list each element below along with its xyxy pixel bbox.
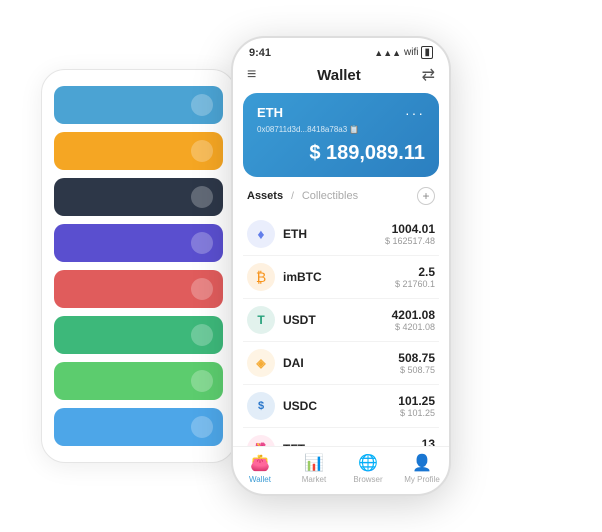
usdc-usd: $ 101.25 — [398, 408, 435, 418]
stack-card-green2[interactable] — [54, 362, 223, 400]
stack-card-dark[interactable] — [54, 178, 223, 216]
nav-profile[interactable]: 👤 My Profile — [395, 453, 449, 484]
status-bar: 9:41 ▲▲▲ wifi ▮ — [233, 38, 449, 63]
bottom-nav: 👛 Wallet 📊 Market 🌐 Browser 👤 My Profile — [233, 446, 449, 494]
menu-icon[interactable]: ≡ — [247, 67, 256, 83]
stack-card-bluelight[interactable] — [54, 408, 223, 446]
asset-list: ♦ ETH 1004.01 $ 162517.48 ₿ imBTC 2.5 $ … — [233, 213, 449, 446]
eth-card[interactable]: ETH ··· 0x08711d3d...8418a78a3 📋 $ 189,0… — [243, 93, 439, 177]
tft-amount: 13 — [422, 437, 435, 446]
scan-icon[interactable]: ⇄ — [422, 65, 435, 85]
add-asset-button[interactable]: + — [417, 187, 435, 205]
usdt-amount: 4201.08 — [392, 308, 435, 322]
asset-item-usdt[interactable]: T USDT 4201.08 $ 4201.08 — [243, 299, 439, 342]
eth-amount: 1004.01 — [385, 222, 435, 236]
browser-nav-icon: 🌐 — [358, 453, 378, 473]
eth-card-menu[interactable]: ··· — [405, 105, 425, 121]
tft-icon: 🌺 — [247, 435, 275, 446]
assets-tabs: Assets / Collectibles — [247, 190, 358, 202]
dai-usd: $ 508.75 — [398, 365, 435, 375]
market-nav-icon: 📊 — [304, 453, 324, 473]
usdt-name: USDT — [283, 313, 392, 327]
tab-assets[interactable]: Assets — [247, 190, 283, 202]
dot-blue — [191, 94, 213, 116]
dot-bluelight — [191, 416, 213, 438]
dai-icon: ◈ — [247, 349, 275, 377]
eth-address: 0x08711d3d...8418a78a3 📋 — [257, 125, 425, 134]
imbtc-values: 2.5 $ 21760.1 — [395, 265, 435, 289]
eth-card-top: ETH ··· — [257, 105, 425, 121]
assets-header: Assets / Collectibles + — [233, 187, 449, 213]
wifi-icon: wifi — [404, 47, 418, 58]
stack-card-green1[interactable] — [54, 316, 223, 354]
imbtc-usd: $ 21760.1 — [395, 279, 435, 289]
asset-item-usdc[interactable]: $ USDC 101.25 $ 101.25 — [243, 385, 439, 428]
tft-values: 13 0 — [422, 437, 435, 446]
eth-usd: $ 162517.48 — [385, 236, 435, 246]
eth-icon: ♦ — [247, 220, 275, 248]
browser-nav-label: Browser — [353, 475, 382, 484]
wallet-nav-icon: 👛 — [250, 453, 270, 473]
market-nav-label: Market — [302, 475, 326, 484]
asset-item-tft[interactable]: 🌺 TFT 13 0 — [243, 428, 439, 446]
dai-amount: 508.75 — [398, 351, 435, 365]
nav-browser[interactable]: 🌐 Browser — [341, 453, 395, 484]
usdt-values: 4201.08 $ 4201.08 — [392, 308, 435, 332]
stack-card-blue[interactable] — [54, 86, 223, 124]
phone-header: ≡ Wallet ⇄ — [233, 63, 449, 93]
dai-name: DAI — [283, 356, 398, 370]
tab-divider: / — [291, 191, 294, 202]
page-title: Wallet — [317, 67, 361, 84]
stack-card-red[interactable] — [54, 270, 223, 308]
phone-frame: 9:41 ▲▲▲ wifi ▮ ≡ Wallet ⇄ ETH ··· 0x087… — [231, 36, 451, 496]
scene: 9:41 ▲▲▲ wifi ▮ ≡ Wallet ⇄ ETH ··· 0x087… — [21, 16, 581, 516]
usdc-icon: $ — [247, 392, 275, 420]
imbtc-icon: ₿ — [247, 263, 275, 291]
usdt-icon: T — [247, 306, 275, 334]
status-time: 9:41 — [249, 47, 271, 59]
wallet-nav-label: Wallet — [249, 475, 271, 484]
asset-item-eth[interactable]: ♦ ETH 1004.01 $ 162517.48 — [243, 213, 439, 256]
signal-icon: ▲▲▲ — [374, 48, 401, 58]
usdt-usd: $ 4201.08 — [392, 322, 435, 332]
usdc-values: 101.25 $ 101.25 — [398, 394, 435, 418]
eth-values: 1004.01 $ 162517.48 — [385, 222, 435, 246]
dai-values: 508.75 $ 508.75 — [398, 351, 435, 375]
usdc-name: USDC — [283, 399, 398, 413]
dot-purple — [191, 232, 213, 254]
eth-balance: $ 189,089.11 — [257, 142, 425, 165]
stack-card-purple[interactable] — [54, 224, 223, 262]
asset-item-dai[interactable]: ◈ DAI 508.75 $ 508.75 — [243, 342, 439, 385]
dot-red — [191, 278, 213, 300]
stack-card-orange[interactable] — [54, 132, 223, 170]
asset-item-imbtc[interactable]: ₿ imBTC 2.5 $ 21760.1 — [243, 256, 439, 299]
profile-nav-label: My Profile — [404, 475, 440, 484]
card-stack — [41, 69, 236, 463]
nav-market[interactable]: 📊 Market — [287, 453, 341, 484]
eth-card-label: ETH — [257, 105, 283, 120]
imbtc-amount: 2.5 — [395, 265, 435, 279]
status-icons: ▲▲▲ wifi ▮ — [374, 46, 433, 59]
dot-dark — [191, 186, 213, 208]
imbtc-name: imBTC — [283, 270, 395, 284]
dot-green1 — [191, 324, 213, 346]
tab-collectibles[interactable]: Collectibles — [302, 190, 358, 202]
nav-wallet[interactable]: 👛 Wallet — [233, 453, 287, 484]
dot-orange — [191, 140, 213, 162]
usdc-amount: 101.25 — [398, 394, 435, 408]
eth-name: ETH — [283, 227, 385, 241]
battery-icon: ▮ — [421, 46, 433, 59]
dot-green2 — [191, 370, 213, 392]
profile-nav-icon: 👤 — [412, 453, 432, 473]
